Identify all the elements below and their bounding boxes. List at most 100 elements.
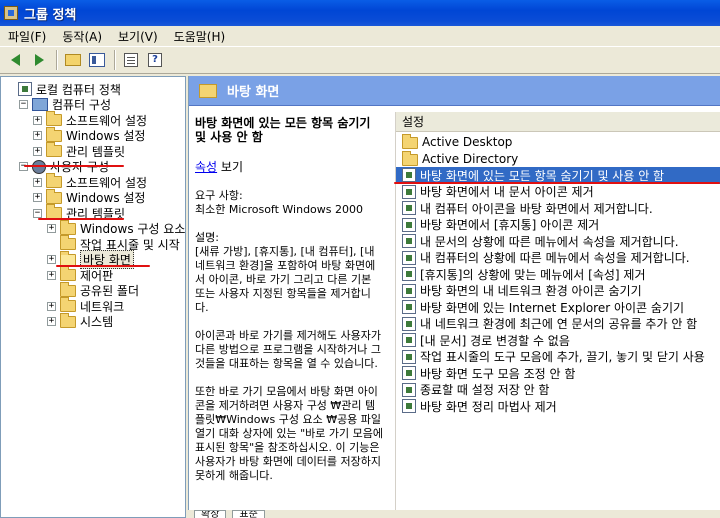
list-item[interactable]: Active Directory — [396, 150, 720, 168]
back-button[interactable] — [4, 49, 26, 71]
list-item[interactable]: 작업 표시줄의 도구 모음에 추가, 끌기, 놓기 및 닫기 사용 — [396, 349, 720, 366]
console-tree[interactable]: 로컬 컴퓨터 정책 − 컴퓨터 구성 + 소프트웨어 설정 + Windows 설정 + 관리 … — [0, 76, 186, 518]
list-item-label: 바탕 화면에서 내 문서 아이콘 제거 — [420, 185, 594, 200]
list-item[interactable]: 바탕 화면에서 [휴지통] 아이콘 제거 — [396, 217, 720, 234]
list-item[interactable]: 내 컴퓨터 아이콘을 바탕 화면에서 제거합니다. — [396, 200, 720, 217]
policy-setting-icon — [402, 283, 416, 298]
back-arrow-icon — [10, 54, 20, 66]
policy-setting-icon — [402, 267, 416, 282]
list-item[interactable]: 바탕 화면에 있는 Internet Explorer 아이콘 숨기기 — [396, 299, 720, 316]
collapse-minus-icon[interactable]: − — [19, 100, 28, 109]
requirements-text: 요구 사항: 최소한 Microsoft Windows 2000 — [195, 189, 364, 216]
show-tree-button[interactable] — [86, 49, 108, 71]
folder-icon — [60, 312, 76, 328]
menu-help[interactable]: 도움말(H) — [166, 28, 234, 45]
expand-plus-icon[interactable]: + — [47, 301, 56, 311]
list-item-label: Active Directory — [422, 151, 519, 166]
help-icon: ? — [148, 53, 162, 67]
folder-icon — [46, 142, 62, 157]
details-header-title: 바탕 화면 — [227, 85, 280, 100]
folder-icon — [46, 188, 62, 204]
column-header-setting[interactable]: 설정 — [396, 112, 720, 132]
tree-item-label: 컴퓨터 구성 — [52, 98, 112, 112]
collapse-minus-icon[interactable]: − — [33, 208, 42, 218]
list-item[interactable]: 바탕 화면 정리 마법사 제거 — [396, 398, 720, 415]
tab-standard[interactable]: 표준 — [232, 510, 265, 518]
tree-item-label: 네트워크 — [80, 299, 125, 314]
tree-item-label: 소프트웨어 설정 — [66, 113, 148, 128]
menu-view[interactable]: 보기(V) — [110, 28, 166, 45]
folder-icon — [60, 297, 76, 312]
list-item[interactable]: 내 문서의 상황에 따른 메뉴에서 속성을 제거합니다. — [396, 233, 720, 250]
tree-item[interactable]: + 네트워크 — [47, 297, 125, 314]
policy-setting-icon — [402, 168, 416, 183]
annotation-underline — [38, 218, 124, 220]
tree-item[interactable]: + 제어판 — [47, 266, 114, 283]
group-policy-app-icon — [4, 6, 18, 20]
settings-list-body: Active Desktop Active Directory 바탕 화면에 있는 … — [396, 134, 720, 415]
tree-item-label: 관리 템플릿 — [66, 144, 126, 159]
toolbar-separator — [56, 50, 58, 70]
menu-file[interactable]: 파일(F) — [0, 28, 54, 45]
policy-setting-icon — [402, 184, 416, 199]
list-item-label: [휴지통]의 상황에 맞는 메뉴에서 [속성] 제거 — [420, 267, 646, 282]
forward-button[interactable] — [28, 49, 50, 71]
properties-line: 속성 보기 — [195, 158, 383, 175]
details-pane: 바탕 화면 바탕 화면에 있는 모든 항목 숨기기 및 사용 안 함 속성 보기… — [188, 76, 720, 518]
expand-plus-icon[interactable]: + — [33, 115, 42, 125]
list-item[interactable]: 바탕 화면에서 내 문서 아이콘 제거 — [396, 184, 720, 201]
tree-item-label: 공유된 폴더 — [80, 284, 140, 298]
settings-list: 설정 Active Desktop Active Directory 바탕 화면에 … — [395, 112, 720, 512]
annotation-underline — [394, 182, 720, 184]
list-item-label: 바탕 화면에서 [휴지통] 아이콘 제거 — [420, 218, 600, 233]
expand-plus-icon[interactable]: + — [47, 255, 56, 264]
tree-item[interactable]: + 시스템 — [47, 312, 113, 330]
expand-plus-icon[interactable]: + — [33, 131, 42, 140]
list-item-label: 바탕 화면에 있는 Internet Explorer 아이콘 숨기기 — [420, 300, 685, 315]
expand-plus-icon[interactable]: + — [47, 270, 56, 280]
tree-item[interactable]: 로컬 컴퓨터 정책 — [5, 81, 121, 97]
list-item[interactable]: [휴지통]의 상황에 맞는 메뉴에서 [속성] 제거 — [396, 266, 720, 283]
help-button[interactable]: ? — [144, 49, 166, 71]
up-folder-button[interactable] — [62, 49, 84, 71]
list-item[interactable]: Active Desktop — [396, 134, 720, 151]
expand-plus-icon[interactable]: + — [33, 193, 42, 202]
list-item-label: 바탕 화면의 내 네트워크 환경 아이콘 숨기기 — [420, 284, 642, 299]
tree-item-label: Windows 설정 — [66, 129, 146, 143]
list-item[interactable]: 내 네트워크 환경에 최근에 연 문서의 공유를 추가 안 함 — [396, 316, 720, 333]
computer-icon — [32, 98, 48, 111]
title-bar: 그룹 정책 — [0, 0, 720, 26]
list-item[interactable]: 바탕 화면 도구 모음 조정 안 함 — [396, 365, 720, 382]
view-tabs: 확장 표준 — [188, 510, 720, 518]
folder-icon — [199, 83, 217, 98]
tree-item-label: Windows 구성 요소 — [80, 222, 186, 236]
expand-plus-icon[interactable]: + — [33, 177, 42, 187]
toolbar-separator — [114, 50, 116, 70]
folder-icon — [46, 173, 62, 188]
toolbar: ? — [0, 46, 720, 74]
details-header: 바탕 화면 — [189, 76, 720, 106]
tree-item[interactable]: − 컴퓨터 구성 — [19, 97, 111, 113]
expand-plus-icon[interactable]: + — [33, 146, 42, 156]
list-item[interactable]: 바탕 화면의 내 네트워크 환경 아이콘 숨기기 — [396, 283, 720, 300]
annotation-underline — [56, 265, 150, 267]
tree-item-label: 제어판 — [80, 268, 114, 283]
list-item[interactable]: 종료할 때 설정 저장 안 함 — [396, 382, 720, 399]
policy-setting-icon — [402, 399, 416, 414]
list-item[interactable]: 내 컴퓨터의 상황에 따른 메뉴에서 속성을 제거합니다. — [396, 250, 720, 267]
tab-extended[interactable]: 확장 — [194, 510, 227, 518]
tree-item[interactable]: + 관리 템플릿 — [33, 142, 126, 159]
list-item[interactable]: [내 문서] 경로 변경할 수 없음 — [396, 332, 720, 349]
extended-description: 바탕 화면에 있는 모든 항목 숨기기 및 사용 안 함 속성 보기 요구 사항… — [189, 108, 389, 518]
list-item-label: 바탕 화면 정리 마법사 제거 — [420, 399, 557, 414]
policy-icon — [18, 82, 32, 96]
expand-plus-icon[interactable]: + — [47, 224, 56, 233]
policy-setting-icon — [402, 349, 416, 364]
list-item-label: [내 문서] 경로 변경할 수 없음 — [420, 333, 570, 348]
properties-button[interactable] — [120, 49, 142, 71]
menu-bar: 파일(F) 동작(A) 보기(V) 도움말(H) — [0, 26, 720, 46]
properties-link[interactable]: 속성 — [195, 160, 217, 174]
policy-setting-icon — [402, 234, 416, 249]
menu-action[interactable]: 동작(A) — [54, 28, 110, 45]
expand-plus-icon[interactable]: + — [47, 317, 56, 326]
